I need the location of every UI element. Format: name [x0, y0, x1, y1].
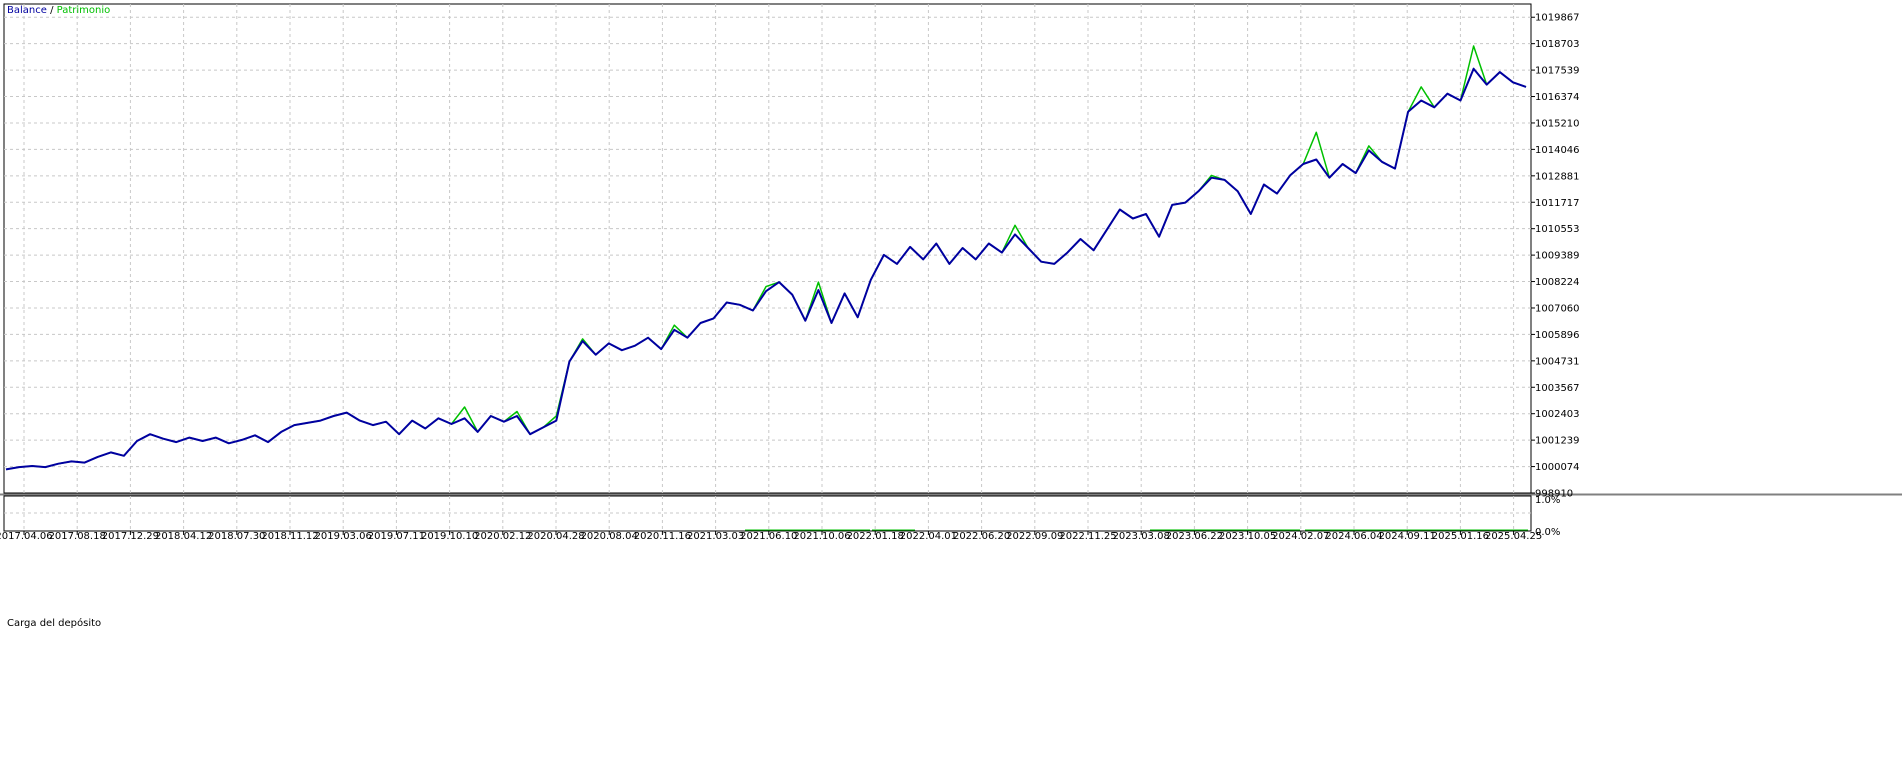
y-tick-label: 1012881 [1535, 171, 1580, 182]
sub-y-tick-label: 1.0% [1535, 495, 1560, 506]
y-tick-label: 1008224 [1535, 277, 1580, 288]
x-tick-label: 2023.03.08 [1113, 531, 1170, 542]
y-tick-label: 1001239 [1535, 436, 1580, 447]
x-tick-label: 2023.10.05 [1219, 531, 1276, 542]
x-tick-label: 2022.09.09 [1006, 531, 1063, 542]
x-tick-label: 2022.11.25 [1059, 531, 1116, 542]
x-tick-label: 2019.07.11 [368, 531, 425, 542]
y-tick-label: 1017539 [1535, 66, 1580, 77]
y-tick-label: 1011717 [1535, 198, 1580, 209]
y-tick-label: 1019867 [1535, 13, 1580, 24]
x-tick-label: 2020.02.12 [474, 531, 531, 542]
x-tick-label: 2018.07.30 [208, 531, 265, 542]
x-tick-label: 2020.04.28 [527, 531, 584, 542]
y-tick-label: 1015210 [1535, 118, 1580, 129]
x-tick-label: 2022.06.20 [953, 531, 1010, 542]
x-tick-label: 2021.03.03 [687, 531, 744, 542]
x-tick-label: 2017.04.06 [0, 531, 53, 542]
sub-y-tick-label: 0.0% [1535, 527, 1560, 538]
chart-window: 2017.04.06 2017.08.18 2017.12.29 2018.04.12… [0, 0, 1902, 762]
y-tick-label: 1007060 [1535, 303, 1580, 314]
y-tick-label: 1010553 [1535, 224, 1580, 235]
x-tick-label: 2018.04.12 [155, 531, 212, 542]
y-tick-label: 1002403 [1535, 409, 1580, 420]
x-tick-label: 2020.08.04 [581, 531, 638, 542]
legend-balance-label: Balance [7, 5, 47, 16]
y-tick-label: 1005896 [1535, 330, 1580, 341]
x-tick-label: 2017.12.29 [102, 531, 159, 542]
x-tick-label: 2024.02.07 [1272, 531, 1329, 542]
y-tick-label: 1000074 [1535, 462, 1580, 473]
x-tick-label: 2024.06.04 [1325, 531, 1382, 542]
deposit-load-bar [1150, 529, 1300, 531]
x-tick-label: 2021.06.10 [740, 531, 797, 542]
legend-separator: / [46, 5, 57, 16]
x-tick-label: 2019.10.10 [421, 531, 478, 542]
y-tick-label: 1004731 [1535, 356, 1580, 367]
deposit-load-bar [872, 529, 915, 531]
chart-legend: Balance / Patrimonio [7, 5, 110, 17]
x-tick-label: 2019.03.06 [315, 531, 372, 542]
x-tick-label: 2024.09.11 [1379, 531, 1436, 542]
deposit-load-bar [745, 529, 870, 531]
y-tick-label: 1016374 [1535, 92, 1580, 103]
main-plot-frame [3, 3, 1532, 494]
x-tick-label: 2022.04.01 [900, 531, 957, 542]
x-tick-label: 2022.01.18 [847, 531, 904, 542]
x-tick-label: 2021.10.06 [793, 531, 850, 542]
y-tick-label: 1014046 [1535, 145, 1580, 156]
x-tick-label: 2020.11.16 [634, 531, 691, 542]
legend-equity-label: Patrimonio [56, 5, 111, 16]
y-tick-label: 1018703 [1535, 39, 1580, 50]
y-tick-label: 1009389 [1535, 251, 1580, 262]
x-tick-label: 2017.08.18 [49, 531, 106, 542]
x-tick-label: 2025.01.16 [1432, 531, 1489, 542]
equity-chart: 2017.04.062017.08.182017.12.292018.04.12… [0, 3, 1902, 542]
x-tick-label: 2018.11.12 [261, 531, 318, 542]
x-tick-label: 2023.06.22 [1166, 531, 1223, 542]
y-tick-label: 1003567 [1535, 383, 1580, 394]
deposit-load-bar [1305, 529, 1528, 531]
x-tick-label: 2025.04.25 [1485, 531, 1542, 542]
deposit-load-title: Carga del depósito [7, 618, 102, 629]
